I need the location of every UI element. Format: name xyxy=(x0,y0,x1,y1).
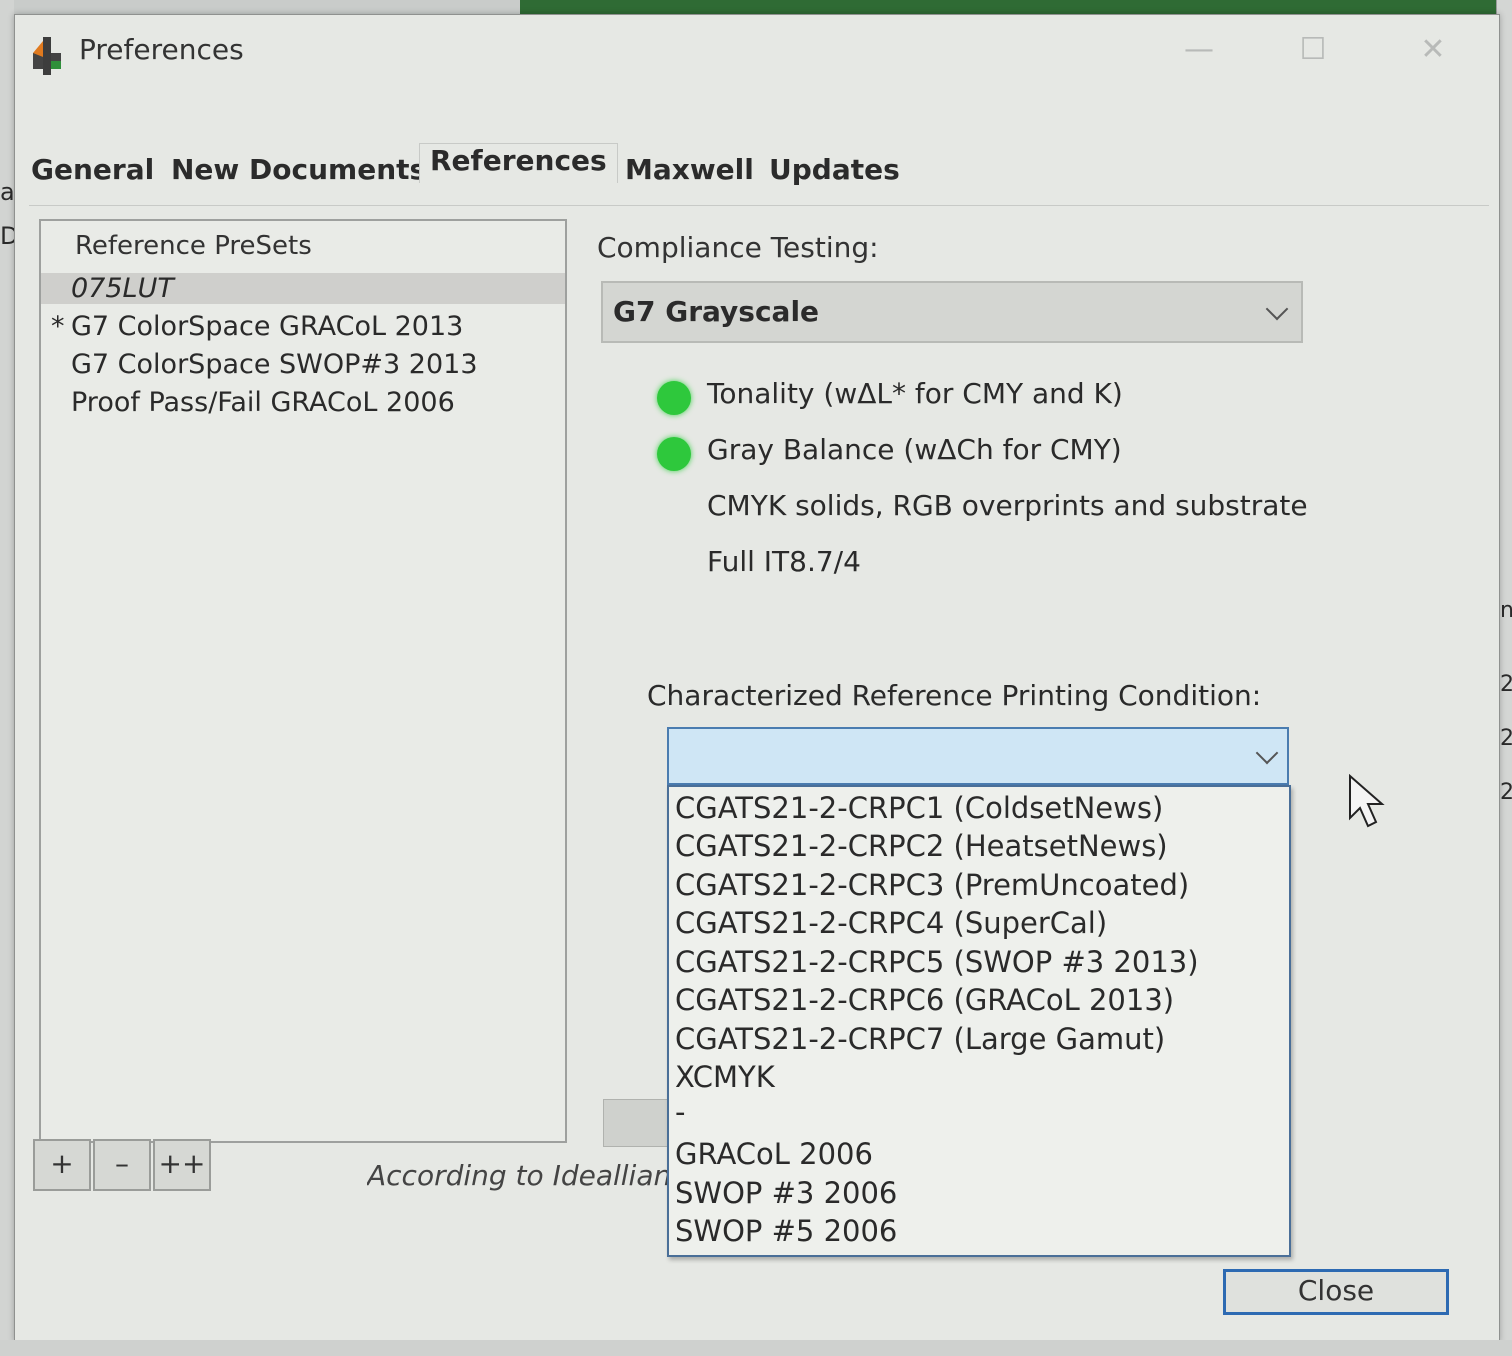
background-app-bottom-strip xyxy=(0,1340,1512,1356)
chevron-down-icon xyxy=(1255,741,1279,765)
preset-item[interactable]: Proof Pass/Fail GRACoL 2006 xyxy=(71,387,455,418)
tab-new-documents[interactable]: New Documents xyxy=(171,153,426,186)
crpc-option[interactable]: GRACoL 2006 xyxy=(675,1137,873,1171)
compliance-selected-value: G7 Grayscale xyxy=(613,295,820,328)
add-preset-button[interactable]: + xyxy=(33,1139,91,1191)
window-title: Preferences xyxy=(79,33,244,66)
status-green-icon xyxy=(657,381,691,415)
background-app-green-bar xyxy=(520,0,1512,14)
maximize-button[interactable]: ☐ xyxy=(1283,25,1343,75)
crpc-option[interactable]: XCMYK xyxy=(675,1060,775,1094)
tab-general[interactable]: General xyxy=(31,153,154,186)
presets-column-header: Reference PreSets xyxy=(75,231,312,261)
footnote-text: According to Idealliance xyxy=(367,1159,667,1192)
background-fragment: 2 xyxy=(1500,726,1512,751)
app-logo-icon xyxy=(33,37,61,75)
crpc-select[interactable] xyxy=(667,727,1289,785)
background-fragment: n xyxy=(1500,598,1512,623)
reference-presets-list[interactable]: Reference PreSets 075LUT * G7 ColorSpace… xyxy=(39,219,567,1143)
preset-item-selected[interactable]: 075LUT xyxy=(41,273,565,304)
chevron-down-icon xyxy=(1265,297,1289,321)
crpc-option[interactable]: CGATS21-2-CRPC7 (Large Gamut) xyxy=(675,1022,1165,1056)
duplicate-preset-button[interactable]: ++ xyxy=(153,1139,211,1191)
compliance-testing-select[interactable]: G7 Grayscale xyxy=(601,281,1303,343)
tab-references[interactable]: References xyxy=(419,143,618,183)
check-tonality: Tonality (wΔL* for CMY and K) xyxy=(707,377,1123,410)
crpc-option[interactable]: SWOP #5 2006 xyxy=(675,1214,897,1248)
mouse-pointer-icon xyxy=(1349,774,1385,828)
crpc-option[interactable]: CGATS21-2-CRPC5 (SWOP #3 2013) xyxy=(675,945,1199,979)
status-green-icon xyxy=(657,437,691,471)
crpc-option[interactable]: CGATS21-2-CRPC6 (GRACoL 2013) xyxy=(675,983,1174,1017)
obscured-button[interactable] xyxy=(603,1099,669,1147)
minimize-button[interactable]: — xyxy=(1169,25,1229,75)
preset-item[interactable]: G7 ColorSpace SWOP#3 2013 xyxy=(71,349,478,380)
tab-updates[interactable]: Updates xyxy=(769,153,900,186)
default-preset-marker: * xyxy=(51,311,65,342)
crpc-option[interactable]: CGATS21-2-CRPC3 (PremUncoated) xyxy=(675,868,1189,902)
check-full-it8: Full IT8.7/4 xyxy=(707,545,861,578)
background-fragment: 2 xyxy=(1500,672,1512,697)
crpc-option[interactable]: SWOP #3 2006 xyxy=(675,1176,897,1210)
preferences-dialog: Preferences — ☐ ✕ General New Documents … xyxy=(14,14,1500,1342)
check-gray-balance: Gray Balance (wΔCh for CMY) xyxy=(707,433,1122,466)
tab-maxwell[interactable]: Maxwell xyxy=(625,153,754,186)
close-window-button[interactable]: ✕ xyxy=(1403,25,1463,75)
remove-preset-button[interactable]: – xyxy=(93,1139,151,1191)
crpc-dropdown-list[interactable]: CGATS21-2-CRPC1 (ColdsetNews) CGATS21-2-… xyxy=(667,785,1291,1257)
close-button[interactable]: Close xyxy=(1223,1269,1449,1315)
background-fragment: 2 xyxy=(1500,780,1512,805)
tab-panel-divider xyxy=(29,205,1489,206)
compliance-testing-label: Compliance Testing: xyxy=(597,231,879,264)
crpc-option[interactable]: CGATS21-2-CRPC4 (SuperCal) xyxy=(675,906,1107,940)
crpc-label: Characterized Reference Printing Conditi… xyxy=(647,679,1262,712)
preset-item[interactable]: G7 ColorSpace GRACoL 2013 xyxy=(71,311,463,342)
crpc-option[interactable]: CGATS21-2-CRPC2 (HeatsetNews) xyxy=(675,829,1168,863)
crpc-separator: - xyxy=(675,1095,686,1129)
crpc-option[interactable]: CGATS21-2-CRPC1 (ColdsetNews) xyxy=(675,791,1163,825)
check-solids-overprints: CMYK solids, RGB overprints and substrat… xyxy=(707,489,1308,522)
title-bar[interactable]: Preferences — ☐ ✕ xyxy=(15,15,1499,89)
